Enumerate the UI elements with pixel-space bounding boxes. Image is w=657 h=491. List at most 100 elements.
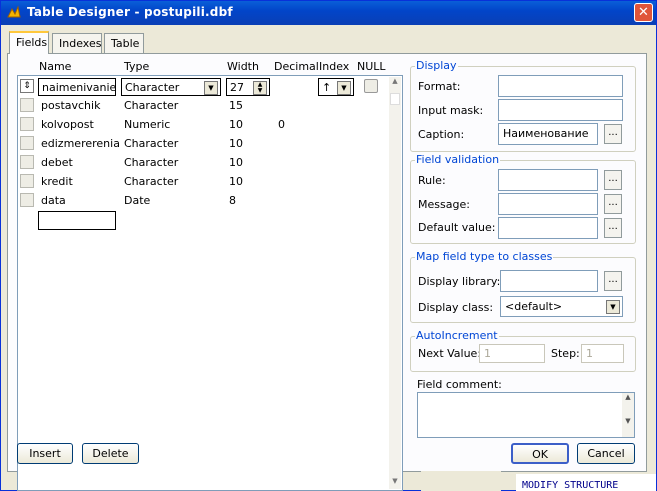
- tab-indexes[interactable]: Indexes: [52, 33, 102, 53]
- field-type-select[interactable]: Character ▼: [121, 78, 221, 96]
- field-type: Date: [124, 194, 151, 207]
- field-width: 10: [229, 118, 243, 131]
- field-validation-group: Field validation Rule: ... Message: ... …: [410, 153, 636, 244]
- chevron-down-icon[interactable]: ▼: [606, 300, 620, 314]
- spinner-arrows-icon[interactable]: ▲ ▼: [253, 81, 267, 95]
- field-type: Character: [124, 137, 179, 150]
- display-class-value: <default>: [505, 300, 563, 313]
- next-value-spinner[interactable]: 1: [479, 344, 545, 363]
- message-builder-button[interactable]: ...: [604, 194, 622, 214]
- display-class-label: Display class:: [418, 301, 494, 314]
- field-type: Numeric: [124, 118, 171, 131]
- field-width: 10: [229, 175, 243, 188]
- field-name: kolvopost: [41, 118, 94, 131]
- fields-tab-panel: Name Type Width Decimal Index NULL ⇕ nai…: [7, 53, 647, 491]
- comment-scrollbar[interactable]: ▲ ▼: [622, 393, 634, 437]
- row-move-handle[interactable]: ⇕: [20, 79, 34, 93]
- table-designer-icon: [7, 5, 21, 18]
- default-value-label: Default value:: [418, 221, 496, 234]
- field-type: Character: [124, 156, 179, 169]
- row-selector[interactable]: [20, 193, 34, 207]
- format-input[interactable]: [498, 75, 623, 97]
- field-type-value: Character: [125, 81, 180, 94]
- caption-input[interactable]: Наименование: [498, 123, 598, 145]
- cancel-button[interactable]: Cancel: [577, 443, 635, 464]
- field-name: data: [41, 194, 66, 207]
- display-library-button[interactable]: ...: [604, 271, 622, 291]
- field-name-input[interactable]: naimenivanie: [38, 78, 116, 96]
- map-legend: Map field type to classes: [415, 250, 554, 263]
- row-selector[interactable]: [20, 117, 34, 131]
- header-null: NULL: [357, 60, 386, 73]
- header-decimal: Decimal: [274, 60, 319, 73]
- format-label: Format:: [418, 80, 461, 93]
- chevron-down-icon[interactable]: ▼: [204, 81, 218, 95]
- row-selector[interactable]: [20, 98, 34, 112]
- scroll-up-icon[interactable]: ▲: [389, 77, 401, 89]
- close-button[interactable]: ✕: [634, 3, 653, 22]
- message-label: Message:: [418, 198, 470, 211]
- message-input[interactable]: [498, 193, 598, 215]
- autoincrement-group: AutoIncrement Next Value: 1 Step: 1: [410, 329, 636, 372]
- display-legend: Display: [415, 59, 458, 72]
- rule-builder-button[interactable]: ...: [604, 170, 622, 190]
- autoincrement-legend: AutoIncrement: [415, 329, 499, 342]
- caption-builder-button[interactable]: ...: [604, 124, 622, 144]
- field-name: postavchik: [41, 99, 101, 112]
- field-width: 10: [229, 137, 243, 150]
- field-width: 10: [229, 156, 243, 169]
- scroll-thumb[interactable]: [390, 93, 400, 105]
- field-index-select[interactable]: ↑ ▼: [318, 78, 354, 96]
- ok-button[interactable]: OK: [511, 443, 569, 464]
- step-spinner[interactable]: 1: [581, 344, 624, 363]
- field-width-value: 27: [230, 81, 244, 94]
- background-toolbar-fragment: [421, 471, 501, 491]
- field-comment-label: Field comment:: [417, 378, 502, 391]
- field-name: debet: [41, 156, 73, 169]
- step-value: 1: [586, 347, 593, 360]
- caption-label: Caption:: [418, 128, 465, 141]
- tab-table[interactable]: Table: [104, 33, 144, 53]
- fields-grid[interactable]: ⇕ naimenivanie Character ▼ 27 ▲ ▼ ↑ ▼ pos…: [17, 75, 403, 491]
- chevron-down-icon[interactable]: ▼: [337, 81, 351, 95]
- field-name: edizmererenia: [41, 137, 120, 150]
- header-name: Name: [39, 60, 72, 73]
- display-class-select[interactable]: <default> ▼: [500, 296, 623, 317]
- row-selector[interactable]: [20, 155, 34, 169]
- row-selector[interactable]: [20, 136, 34, 150]
- field-width: 8: [229, 194, 236, 207]
- header-index: Index: [319, 60, 350, 73]
- field-comment-textarea[interactable]: ▲ ▼: [417, 392, 635, 438]
- index-ascending-icon: ↑: [322, 81, 332, 94]
- default-value-builder-button[interactable]: ...: [604, 218, 622, 238]
- background-command-text: MODIFY STRUCTURE: [522, 480, 619, 491]
- table-designer-window: Table Designer - postupili.dbf ✕ Fields …: [0, 0, 657, 491]
- default-value-input[interactable]: [498, 217, 598, 239]
- input-mask-label: Input mask:: [418, 104, 484, 117]
- insert-button[interactable]: Insert: [17, 443, 73, 464]
- next-value: 1: [484, 347, 491, 360]
- window-title: Table Designer - postupili.dbf: [27, 5, 233, 19]
- input-mask-input[interactable]: [498, 99, 623, 121]
- command-window-fragment: MODIFY STRUCTURE: [516, 474, 656, 491]
- rule-label: Rule:: [418, 174, 446, 187]
- delete-button[interactable]: Delete: [82, 443, 139, 464]
- field-width-spinner[interactable]: 27 ▲ ▼: [226, 78, 270, 96]
- null-checkbox[interactable]: [364, 79, 378, 93]
- row-selector[interactable]: [20, 174, 34, 188]
- new-field-input[interactable]: [38, 211, 116, 230]
- display-library-input[interactable]: [500, 270, 598, 292]
- scroll-down-icon[interactable]: ▼: [389, 477, 401, 489]
- field-type: Character: [124, 99, 179, 112]
- validation-legend: Field validation: [415, 153, 501, 166]
- title-bar[interactable]: Table Designer - postupili.dbf ✕: [1, 1, 656, 25]
- field-decimal: 0: [278, 118, 285, 131]
- rule-input[interactable]: [498, 169, 598, 191]
- next-value-label: Next Value:: [418, 347, 482, 360]
- tab-fields[interactable]: Fields: [9, 31, 49, 54]
- field-width: 15: [229, 99, 243, 112]
- header-type: Type: [124, 60, 150, 73]
- grid-scrollbar[interactable]: ▲ ▼: [389, 77, 401, 489]
- display-library-label: Display library:: [418, 275, 501, 288]
- display-group: Display Format: Input mask: Caption: Наи…: [410, 59, 636, 152]
